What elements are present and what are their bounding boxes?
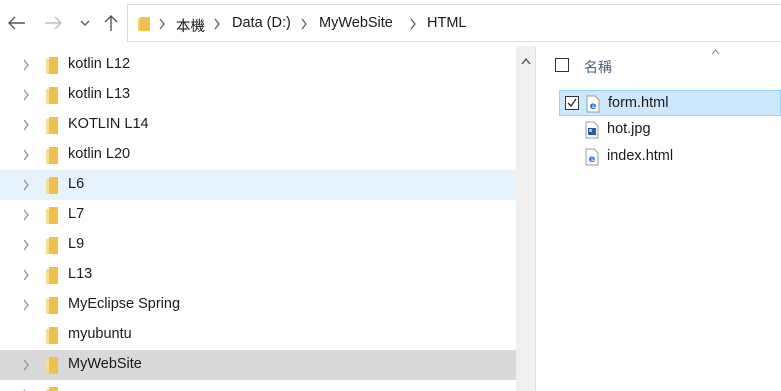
tree-item-kotlin-l20[interactable]: kotlin L20 [0,140,516,170]
tree-item-label: kotlin L20 [68,146,131,162]
file-name: index.html [607,148,674,164]
file-checkbox[interactable] [565,96,579,110]
file-row-form-html[interactable]: e form.html [559,90,781,116]
tree-item-l6[interactable]: L6 [0,170,516,200]
tree-item-partial[interactable] [0,380,516,391]
folder-icon [46,297,58,314]
tree-item-label: kotlin L12 [68,56,131,72]
tree-item-label: KOTLIN L14 [68,116,149,132]
file-name: hot.jpg [607,121,651,137]
chevron-right-icon[interactable] [158,17,166,31]
tree-item-myubuntu[interactable]: myubuntu [0,320,516,350]
arrow-up-icon [104,15,118,31]
arrow-left-icon [8,16,25,30]
up-button[interactable] [98,8,124,38]
tree-item-label: myubuntu [68,326,132,342]
checkmark-icon [567,98,577,108]
breadcrumb-data-drive[interactable]: Data (D:) [232,15,291,31]
folder-icon [46,327,58,344]
navigation-tree: kotlin L12 kotlin L13 KOTLIN L14 kotlin … [0,50,516,391]
html-file-icon: e [585,148,599,166]
folder-icon [46,87,58,104]
tree-item-l9[interactable]: L9 [0,230,516,260]
tree-item-kotlin-l13[interactable]: kotlin L13 [0,80,516,110]
svg-text:e: e [590,101,597,112]
breadcrumb-mywebsite[interactable]: MyWebSite [319,15,393,31]
folder-icon [46,57,58,74]
folder-icon [46,387,58,391]
chevron-right-icon[interactable] [22,59,30,71]
chevron-right-icon[interactable] [22,119,30,131]
tree-item-l13[interactable]: L13 [0,260,516,290]
tree-item-label: kotlin L13 [68,86,131,102]
sort-ascending-icon [711,49,720,55]
forward-button[interactable] [40,8,66,38]
address-bar[interactable]: 本機 Data (D:) MyWebSite HTML [127,4,781,42]
pane-divider[interactable] [535,46,536,391]
chevron-right-icon[interactable] [409,17,417,31]
folder-icon [46,267,58,284]
tree-item-label: L7 [68,206,85,222]
file-list: 名稱 e form.html hot.jpg e index.html [537,46,781,391]
svg-text:e: e [589,154,596,165]
tree-item-label: L9 [68,236,85,252]
tree-item-label: L13 [68,266,93,282]
breadcrumb-html[interactable]: HTML [427,15,466,31]
chevron-right-icon[interactable] [22,149,30,161]
tree-item-kotlin-l12[interactable]: kotlin L12 [0,50,516,80]
chevron-right-icon[interactable] [22,359,30,371]
chevron-right-icon[interactable] [213,17,221,31]
image-file-icon [585,121,599,139]
chevron-up-icon[interactable] [521,58,531,65]
file-name: form.html [608,95,669,111]
chevron-right-icon[interactable] [22,179,30,191]
tree-item-label: MyEclipse Spring [68,296,181,312]
chevron-right-icon[interactable] [22,269,30,281]
chevron-right-icon[interactable] [22,299,30,311]
file-row-hot-jpg[interactable]: hot.jpg [559,117,781,143]
chevron-down-icon [80,20,90,26]
tree-item-mywebsite[interactable]: MyWebSite [0,350,516,380]
tree-item-label: L6 [68,176,85,192]
html-file-icon: e [586,95,600,113]
folder-icon [46,117,58,134]
back-button[interactable] [4,8,30,38]
breadcrumb-this-pc[interactable]: 本機 [176,15,205,36]
tree-item-myeclipse-spring[interactable]: MyEclipse Spring [0,290,516,320]
folder-icon [46,357,58,374]
tree-scrollbar[interactable] [516,46,536,391]
folder-icon [46,177,58,194]
recent-locations-button[interactable] [76,8,94,38]
folder-icon [46,147,58,164]
file-row-index-html[interactable]: e index.html [559,144,781,170]
folder-icon [46,207,58,224]
select-all-checkbox[interactable] [555,58,569,72]
folder-icon [46,237,58,254]
column-header-name[interactable]: 名稱 [584,57,612,77]
chevron-right-icon[interactable] [22,239,30,251]
navigation-toolbar: 本機 Data (D:) MyWebSite HTML [0,0,781,46]
folder-icon [138,17,150,31]
tree-item-kotlin-l14[interactable]: KOTLIN L14 [0,110,516,140]
chevron-right-icon[interactable] [300,17,308,31]
tree-item-l7[interactable]: L7 [0,200,516,230]
arrow-right-icon [45,16,62,30]
tree-item-label: MyWebSite [68,356,142,372]
chevron-right-icon[interactable] [22,209,30,221]
chevron-right-icon[interactable] [22,89,30,101]
